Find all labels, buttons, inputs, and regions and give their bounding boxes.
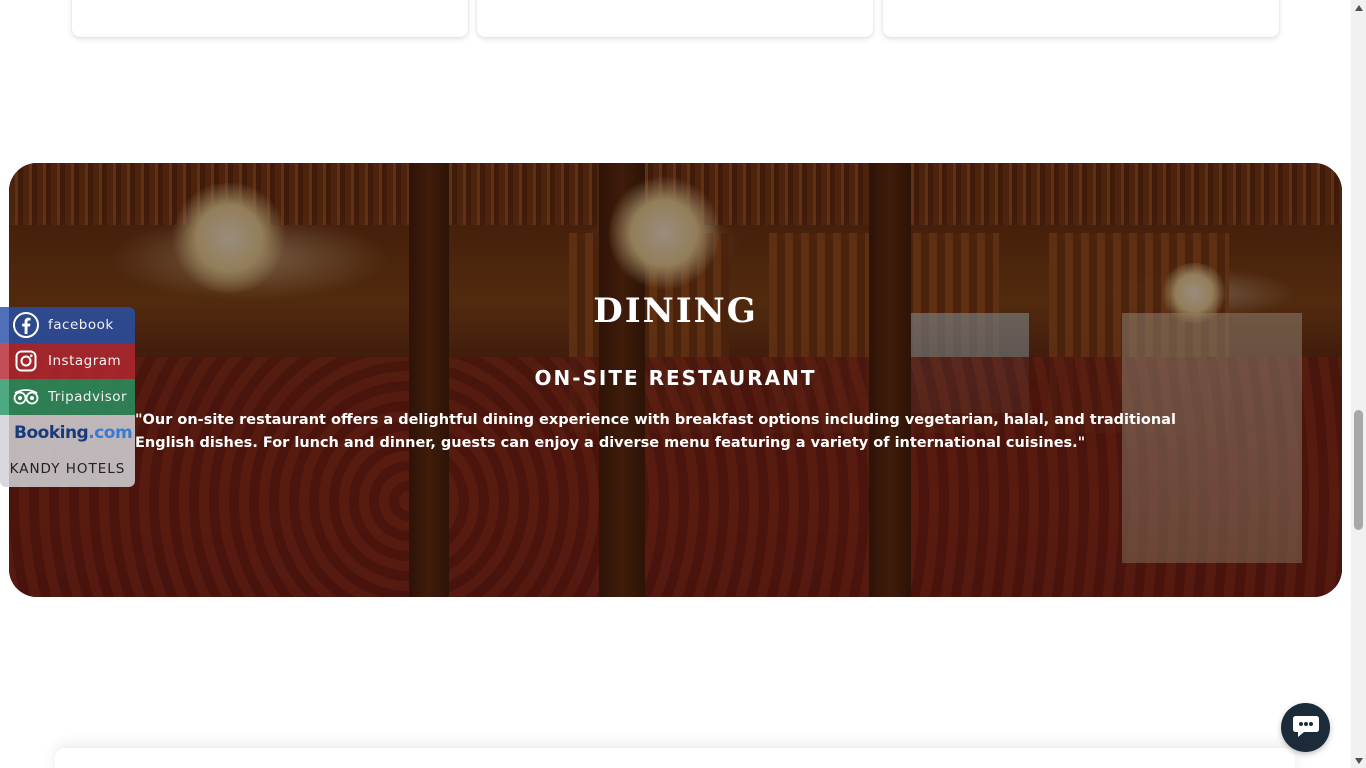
dining-description: "Our on-site restaurant offers a delight…: [135, 412, 1176, 451]
booking-logo: Booking.com: [14, 423, 133, 443]
scroll-up-arrow-icon[interactable]: [1351, 0, 1366, 15]
social-links-panel: facebook Instagram Tripadvisor Booking.c…: [0, 307, 135, 487]
feature-card: [883, 0, 1279, 37]
instagram-icon: [12, 347, 40, 375]
scroll-down-arrow-icon[interactable]: [1351, 753, 1366, 768]
page: DINING ON-SITE RESTAURANT "Our on-site r…: [0, 0, 1366, 768]
feature-card: [477, 0, 873, 37]
vertical-scrollbar[interactable]: [1351, 0, 1366, 768]
tripadvisor-label: Tripadvisor: [48, 389, 128, 405]
dining-section: DINING ON-SITE RESTAURANT "Our on-site r…: [9, 163, 1342, 597]
kandy-hotels-label: KANDY HOTELS: [9, 461, 126, 477]
facebook-icon: [12, 311, 40, 339]
kandy-hotels-link[interactable]: KANDY HOTELS: [0, 451, 135, 487]
instagram-link[interactable]: Instagram: [0, 343, 135, 379]
dining-title: DINING: [593, 291, 758, 331]
instagram-label: Instagram: [48, 353, 122, 369]
chat-icon: [1292, 714, 1320, 741]
booking-logo-main: Booking: [14, 423, 89, 443]
scrollbar-thumb[interactable]: [1354, 410, 1363, 530]
tripadvisor-icon: [12, 383, 40, 411]
facebook-link[interactable]: facebook: [0, 307, 135, 343]
feature-card: [72, 0, 468, 37]
dining-subtitle: ON-SITE RESTAURANT: [534, 366, 817, 390]
chat-button[interactable]: [1281, 703, 1330, 752]
tripadvisor-link[interactable]: Tripadvisor: [0, 379, 135, 415]
facebook-label: facebook: [48, 317, 114, 333]
viewport: DINING ON-SITE RESTAURANT "Our on-site r…: [0, 0, 1351, 768]
booking-logo-dot: .com: [88, 423, 133, 443]
booking-link[interactable]: Booking.com: [0, 415, 135, 451]
next-section-card: [55, 748, 1295, 768]
